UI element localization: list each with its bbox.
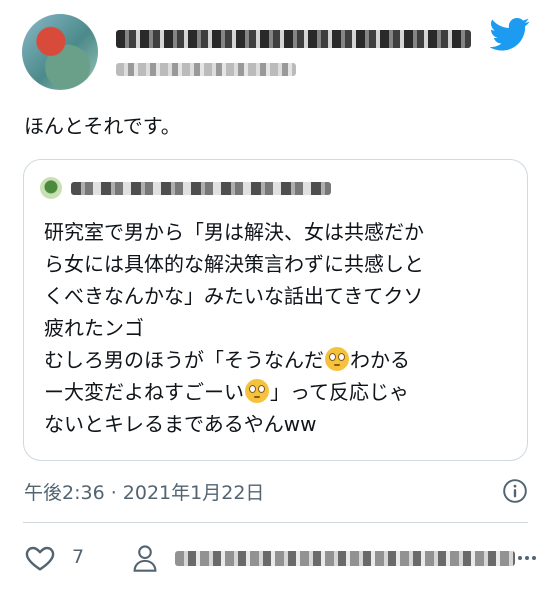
- quote-line: ないとキレるまであるやんww: [44, 412, 317, 436]
- profile-link-redacted[interactable]: [175, 551, 515, 566]
- twitter-bird-icon: [490, 18, 530, 51]
- quote-line: ー大変だよねすごーい 」って反応じゃ: [44, 376, 514, 408]
- rolling-eyes-emoji-icon: [245, 379, 269, 403]
- divider: [23, 522, 528, 523]
- quote-line-segment: むしろ男のほうが「そうなんだ: [44, 348, 324, 372]
- author-handle-redacted[interactable]: [116, 63, 296, 76]
- likes-count: 7: [72, 546, 85, 568]
- heart-icon[interactable]: [24, 542, 56, 574]
- quote-line-segment: 」って反応じゃ: [270, 380, 409, 404]
- quote-line: むしろ男のほうが「そうなんだ わかる: [44, 344, 514, 376]
- info-icon[interactable]: [502, 478, 528, 504]
- quoted-author-avatar: [40, 177, 62, 199]
- quoted-tweet-card[interactable]: 研究室で男から「男は解決、女は共感だか ら女には具体的な解決策言わずに共感しと …: [23, 159, 528, 461]
- quote-line: 研究室で男から「男は解決、女は共感だか: [44, 220, 424, 244]
- author-avatar[interactable]: [22, 14, 98, 90]
- quote-line: ら女には具体的な解決策言わずに共感しと: [44, 252, 424, 276]
- rolling-eyes-emoji-icon: [325, 347, 349, 371]
- person-icon[interactable]: [131, 543, 159, 573]
- quote-line: くべきなんかな」みたいな話出てきてクソ: [44, 284, 424, 308]
- quote-line-segment: わかる: [350, 348, 410, 372]
- more-icon[interactable]: [517, 555, 537, 561]
- quoted-tweet-text: 研究室で男から「男は解決、女は共感だか ら女には具体的な解決策言わずに共感しと …: [44, 216, 514, 440]
- quoted-author-name-redacted: [71, 182, 331, 195]
- tweet-text: ほんとそれです。: [24, 114, 181, 138]
- quote-line: 疲れたンゴ: [44, 316, 144, 340]
- author-name-redacted[interactable]: [116, 30, 471, 48]
- quote-line-segment: ー大変だよねすごーい: [44, 380, 244, 404]
- tweet-timestamp[interactable]: 午後2:36 · 2021年1月22日: [24, 478, 264, 505]
